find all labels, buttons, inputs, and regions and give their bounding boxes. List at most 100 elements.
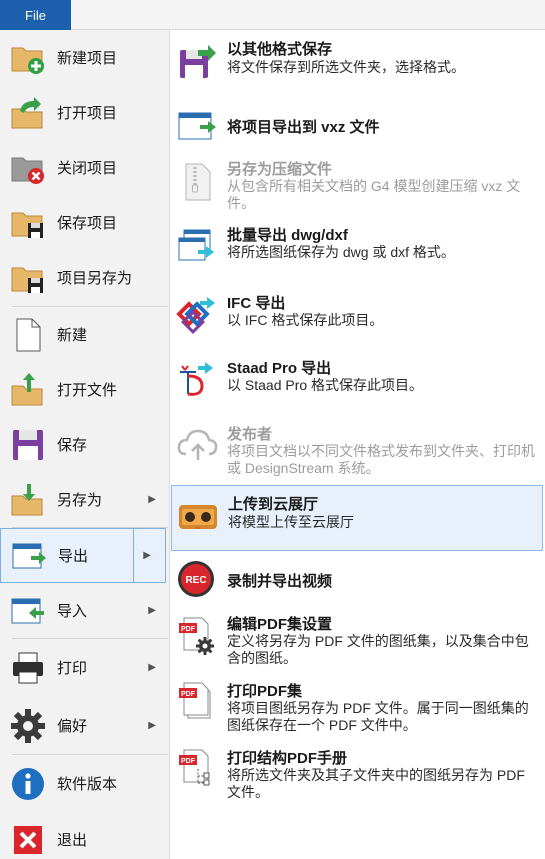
exit-icon [14, 825, 42, 854]
submenu-title: IFC 导出 [227, 295, 286, 312]
menu-save-project-as[interactable]: 项目另存为 [0, 250, 170, 305]
save-project-as-icon [11, 267, 43, 293]
pdf-label: PDF [181, 758, 196, 765]
record-icon: REC [178, 561, 214, 597]
menu-open-file[interactable]: 打开文件 [0, 362, 170, 417]
vr-headset-icon [179, 505, 217, 529]
submenu-split [133, 529, 134, 582]
menu-label: 保存 [57, 437, 88, 454]
menu-label: 项目另存为 [57, 270, 133, 287]
submenu-title: 编辑PDF集设置 [227, 616, 333, 633]
ifc-logo-icon [176, 297, 215, 335]
save-as-icon [11, 483, 43, 515]
submenu-staad[interactable]: Staad Pro 导出 以 Staad Pro 格式保存此项目。 [171, 350, 543, 412]
info-icon [12, 767, 44, 800]
submenu-desc: 将文件保存到所选文件夹，选择格式。 [227, 59, 465, 75]
submenu-desc: 将所选图纸保存为 dwg 或 dxf 格式。 [227, 244, 455, 260]
submenu-desc: 将模型上传至云展厅 [228, 514, 354, 530]
menu-label: 打开文件 [57, 382, 118, 399]
menu-label: 打印 [57, 660, 88, 677]
submenu-record-video[interactable]: REC 录制并导出视频 [171, 555, 543, 605]
submenu-desc: 以 IFC 格式保存此项目。 [227, 312, 384, 328]
submenu-title: 以其他格式保存 [227, 41, 333, 58]
close-project-icon [11, 157, 44, 184]
submenu-title: 打印PDF集 [227, 683, 303, 700]
menu-exit[interactable]: 退出 [0, 812, 170, 859]
menu-label: 新建项目 [57, 50, 118, 67]
submenu-ifc[interactable]: IFC 导出 以 IFC 格式保存此项目。 [171, 285, 543, 347]
submenu-export-vxz[interactable]: 将项目导出到 vxz 文件 [171, 98, 543, 153]
submenu-publisher: 发布者 将项目文档以不同文件格式发布到文件夹、打印机或 DesignStream… [171, 418, 543, 480]
menu-new[interactable]: 新建 [0, 307, 170, 362]
menu-label: 关闭项目 [57, 160, 118, 177]
pdf-manual-icon: PDF [179, 749, 210, 786]
menu-label: 退出 [57, 832, 88, 849]
submenu-title: 另存为压缩文件 [227, 161, 333, 178]
submenu-save-compressed: 另存为压缩文件 从包含所有相关文档的 G4 模型创建压缩 vxz 文件。 [171, 155, 543, 215]
menu-label: 导入 [57, 603, 88, 620]
gear-icon [11, 708, 45, 743]
chevron-right-icon: ▶ [148, 605, 156, 616]
submenu-title: 将项目导出到 vxz 文件 [227, 119, 380, 136]
submenu-print-pdf-manual[interactable]: PDF 打印结构PDF手册 将所选文件夹及其子文件夹中的图纸另存为 PDF 文件… [171, 742, 543, 804]
menu-label: 软件版本 [57, 776, 118, 793]
menu-version[interactable]: 软件版本 [0, 756, 170, 811]
menu-close-project[interactable]: 关闭项目 [0, 140, 170, 195]
export-icon [12, 543, 46, 568]
save-format-icon [180, 45, 216, 78]
menu-label: 打开项目 [57, 105, 118, 122]
menu-import[interactable]: 导入 ▶ [0, 583, 170, 638]
submenu-desc: 将所选文件夹及其子文件夹中的图纸另存为 PDF 文件。 [227, 767, 525, 800]
new-document-icon [16, 318, 41, 351]
menu-save-as[interactable]: 另存为 ▶ [0, 472, 170, 527]
menu-open-project[interactable]: 打开项目 [0, 85, 170, 140]
import-icon [11, 598, 44, 623]
chevron-right-icon: ▶ [148, 494, 156, 505]
menu-label: 偏好 [57, 718, 88, 735]
menu-label: 新建 [57, 327, 88, 344]
menu-divider [12, 638, 168, 639]
submenu-batch-dwg[interactable]: 批量导出 dwg/dxf 将所选图纸保存为 dwg 或 dxf 格式。 [171, 220, 543, 280]
menu-export[interactable]: 导出 ▶ [0, 528, 166, 583]
pdf-label: PDF [181, 691, 196, 698]
file-tab[interactable]: File [0, 0, 71, 30]
printer-icon [13, 652, 43, 683]
chevron-right-icon: ▶ [148, 720, 156, 731]
submenu-title: 打印结构PDF手册 [227, 750, 348, 767]
submenu-desc: 将项目图纸另存为 PDF 文件。属于同一图纸集的图纸保存在一个 PDF 文件中。 [227, 700, 529, 733]
menu-save[interactable]: 保存 [0, 417, 170, 472]
chevron-right-icon[interactable]: ▶ [143, 550, 151, 561]
menu-label: 保存项目 [57, 215, 118, 232]
menu-new-project[interactable]: 新建项目 [0, 30, 170, 85]
menu-label: 导出 [58, 548, 89, 565]
cloud-upload-icon [177, 429, 218, 460]
menu-divider [12, 754, 168, 755]
menu-save-project[interactable]: 保存项目 [0, 195, 170, 250]
save-icon [13, 429, 43, 460]
export-vxz-icon [178, 112, 216, 140]
save-project-icon [11, 212, 43, 238]
batch-export-icon [178, 229, 214, 261]
submenu-save-other-format[interactable]: 以其他格式保存 将文件保存到所选文件夹，选择格式。 [171, 32, 543, 90]
export-submenu: 以其他格式保存 将文件保存到所选文件夹，选择格式。 将项目导出到 vxz 文件 … [171, 30, 545, 859]
backstage-left-menu: 新建项目 打开项目 关闭项目 保存项目 项目另存为 新建 打开文件 保存 另存为… [0, 30, 170, 859]
menu-preferences[interactable]: 偏好 ▶ [0, 698, 170, 753]
open-project-icon [11, 96, 43, 128]
new-project-icon [11, 47, 44, 74]
submenu-title: 发布者 [227, 426, 273, 443]
staad-logo-icon [180, 362, 213, 396]
open-file-icon [11, 372, 43, 405]
chevron-right-icon: ▶ [148, 662, 156, 673]
submenu-desc: 从包含所有相关文档的 G4 模型创建压缩 vxz 文件。 [227, 178, 521, 211]
menu-print[interactable]: 打印 ▶ [0, 640, 170, 695]
submenu-pdf-settings[interactable]: PDF 编辑PDF集设置 定义将另存为 PDF 文件的图纸集，以及集合中包含的图… [171, 610, 543, 670]
submenu-title: 批量导出 dwg/dxf [227, 227, 348, 244]
menu-label: 另存为 [57, 492, 103, 509]
submenu-title: 录制并导出视频 [227, 573, 333, 590]
submenu-print-pdf[interactable]: PDF 打印PDF集 将项目图纸另存为 PDF 文件。属于同一图纸集的图纸保存在… [171, 675, 543, 737]
pdf-settings-icon: PDF [179, 617, 214, 655]
submenu-title: Staad Pro 导出 [227, 360, 332, 377]
submenu-cloud-showroom[interactable]: 上传到云展厅 将模型上传至云展厅 [171, 485, 543, 551]
submenu-desc: 以 Staad Pro 格式保存此项目。 [227, 377, 424, 393]
rec-label: REC [185, 575, 206, 586]
